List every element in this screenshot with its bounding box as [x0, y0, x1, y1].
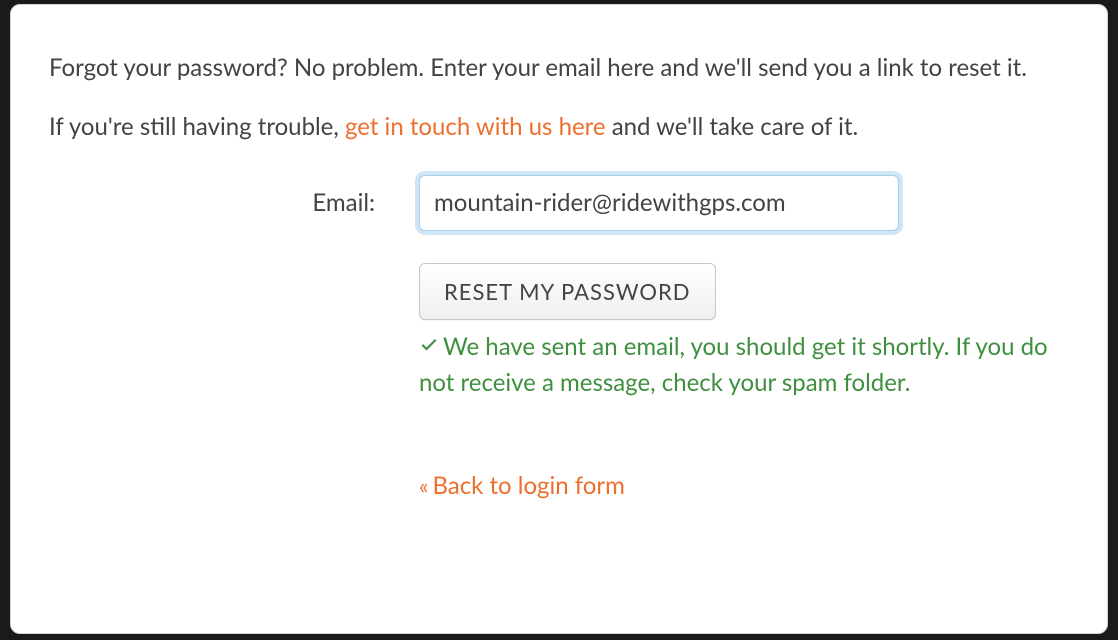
back-link-row: «Back to login form	[419, 471, 1049, 500]
intro-text-1: Forgot your password? No problem. Enter …	[49, 51, 1069, 86]
success-message: We have sent an email, you should get it…	[419, 330, 1049, 401]
contact-link[interactable]: get in touch with us here	[345, 112, 606, 141]
back-to-login-link[interactable]: «Back to login form	[419, 471, 625, 500]
success-message-text: We have sent an email, you should get it…	[419, 332, 1048, 397]
email-label: Email:	[49, 188, 419, 217]
intro-text-2-post: and we'll take care of it.	[606, 112, 859, 141]
action-column: RESET MY PASSWORD We have sent an email,…	[419, 263, 1069, 500]
chevron-left-icon: «	[419, 472, 426, 499]
reset-password-button[interactable]: RESET MY PASSWORD	[419, 263, 716, 320]
intro-text-2: If you're still having trouble, get in t…	[49, 110, 1069, 145]
email-input-wrap	[419, 175, 899, 231]
forgot-password-card: Forgot your password? No problem. Enter …	[10, 4, 1108, 634]
email-field[interactable]	[419, 175, 899, 231]
email-row: Email:	[49, 175, 1069, 231]
back-link-label: Back to login form	[432, 471, 624, 500]
intro-text-2-pre: If you're still having trouble,	[49, 112, 345, 141]
check-icon	[419, 329, 439, 364]
